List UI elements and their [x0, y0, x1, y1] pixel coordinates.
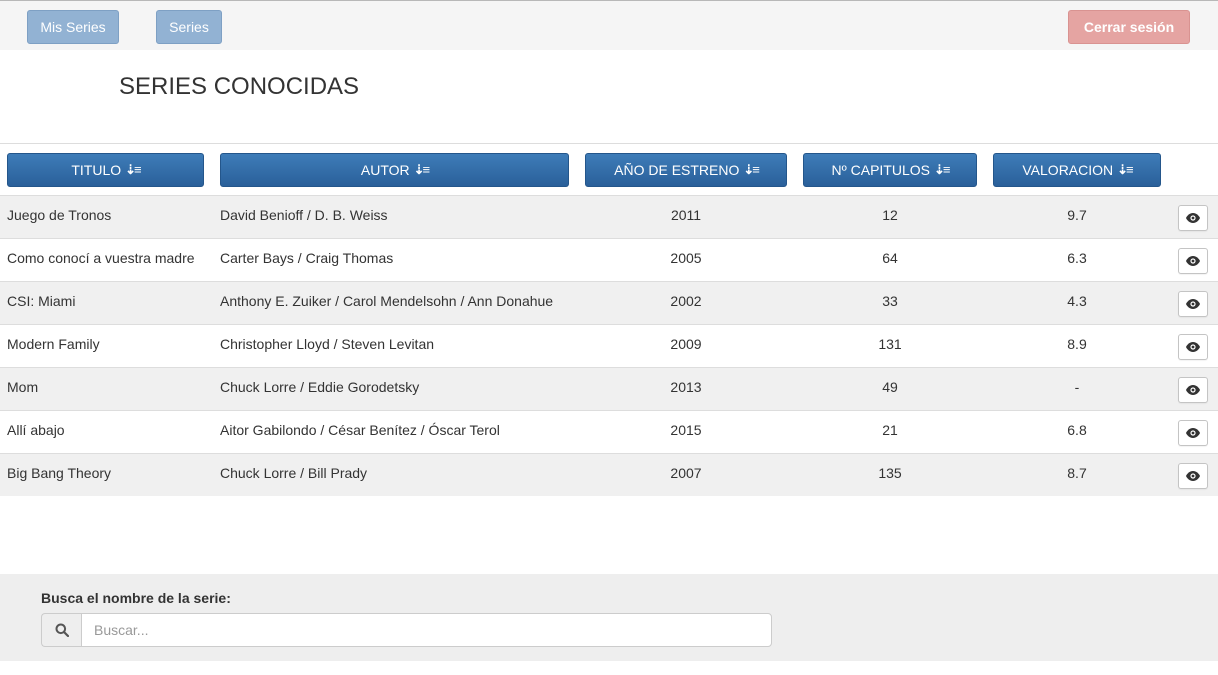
search-panel: Busca el nombre de la serie:: [0, 574, 1218, 661]
sort-valoracion-button[interactable]: VALORACION ⇣≡: [993, 153, 1161, 187]
cell-valoracion: 8.9: [1067, 336, 1087, 352]
view-series-button[interactable]: [1178, 377, 1208, 403]
logout-button[interactable]: Cerrar sesión: [1068, 10, 1190, 44]
top-navbar: Mis Series Series Cerrar sesión: [0, 0, 1218, 50]
series-table: Juego de Tronos David Benioff / D. B. We…: [0, 195, 1218, 496]
table-row: CSI: Miami Anthony E. Zuiker / Carol Men…: [0, 281, 1218, 324]
cell-valoracion: 4.3: [1067, 293, 1087, 309]
table-row: Modern Family Christopher Lloyd / Steven…: [0, 324, 1218, 367]
eye-icon: [1186, 213, 1200, 223]
view-series-button[interactable]: [1178, 420, 1208, 446]
page-title: SERIES CONOCIDAS: [119, 73, 360, 100]
cell-titulo: Big Bang Theory: [7, 465, 112, 481]
cell-autor: Chuck Lorre / Bill Prady: [220, 465, 368, 481]
cell-capitulos: 49: [882, 379, 898, 395]
search-input[interactable]: [81, 613, 772, 647]
cell-titulo: Allí abajo: [7, 422, 65, 438]
cell-anio: 2009: [670, 336, 702, 352]
cell-anio: 2013: [670, 379, 702, 395]
header-label-valoracion: VALORACION: [1022, 162, 1114, 178]
cell-capitulos: 33: [882, 293, 898, 309]
sort-amount-down-icon: ⇣≡: [1117, 162, 1134, 177]
cell-anio: 2007: [670, 465, 702, 481]
sort-autor-button[interactable]: AUTOR ⇣≡: [220, 153, 569, 187]
view-series-button[interactable]: [1178, 463, 1208, 489]
sort-amount-down-icon: ⇣≡: [413, 162, 431, 177]
cell-anio: 2002: [670, 293, 702, 309]
table-row: Como conocí a vuestra madre Carter Bays …: [0, 238, 1218, 281]
search-group: [41, 613, 772, 647]
cell-anio: 2015: [670, 422, 702, 438]
search-addon: [41, 613, 81, 647]
cell-capitulos: 12: [882, 207, 898, 223]
cell-titulo: Mom: [7, 379, 39, 395]
sort-amount-down-icon: ⇣≡: [743, 162, 760, 177]
cell-autor: Anthony E. Zuiker / Carol Mendelsohn / A…: [220, 293, 554, 309]
eye-icon: [1186, 342, 1200, 352]
cell-valoracion: 9.7: [1067, 207, 1087, 223]
cell-valoracion: 6.8: [1067, 422, 1087, 438]
mis-series-button[interactable]: Mis Series: [27, 10, 119, 44]
cell-anio: 2005: [670, 250, 702, 266]
cell-titulo: CSI: Miami: [7, 293, 76, 309]
sort-capitulos-button[interactable]: Nº CAPITULOS ⇣≡: [803, 153, 977, 187]
eye-icon: [1186, 471, 1200, 481]
search-label: Busca el nombre de la serie:: [41, 590, 231, 606]
cell-valoracion: 6.3: [1067, 250, 1087, 266]
cell-titulo: Como conocí a vuestra madre: [7, 250, 195, 266]
table-row: Big Bang Theory Chuck Lorre / Bill Prady…: [0, 453, 1218, 496]
series-button[interactable]: Series: [156, 10, 222, 44]
cell-autor: Chuck Lorre / Eddie Gorodetsky: [220, 379, 420, 395]
header-label-autor: AUTOR: [360, 162, 410, 178]
cell-titulo: Modern Family: [7, 336, 100, 352]
view-series-button[interactable]: [1178, 334, 1208, 360]
header-divider: [0, 143, 1218, 144]
table-row: Allí abajo Aitor Gabilondo / César Benít…: [0, 410, 1218, 453]
cell-titulo: Juego de Tronos: [7, 207, 112, 223]
view-series-button[interactable]: [1178, 248, 1208, 274]
cell-capitulos: 135: [878, 465, 902, 481]
cell-autor: Aitor Gabilondo / César Benítez / Óscar …: [220, 422, 500, 438]
view-series-button[interactable]: [1178, 291, 1208, 317]
header-label-capitulos: Nº CAPITULOS: [831, 162, 930, 178]
sort-amount-down-icon: ⇣≡: [125, 162, 142, 177]
search-icon: [55, 623, 69, 637]
sort-amount-down-icon: ⇣≡: [933, 162, 951, 177]
eye-icon: [1186, 256, 1200, 266]
eye-icon: [1186, 428, 1200, 438]
eye-icon: [1186, 299, 1200, 309]
cell-valoracion: 8.7: [1067, 465, 1087, 481]
table-row: Juego de Tronos David Benioff / D. B. We…: [0, 195, 1218, 238]
cell-autor: Carter Bays / Craig Thomas: [220, 250, 394, 266]
cell-valoracion: -: [1074, 379, 1080, 395]
sort-anio-button[interactable]: AÑO DE ESTRENO ⇣≡: [585, 153, 787, 187]
table-row: Mom Chuck Lorre / Eddie Gorodetsky 2013 …: [0, 367, 1218, 410]
cell-capitulos: 131: [878, 336, 902, 352]
cell-autor: Christopher Lloyd / Steven Levitan: [220, 336, 435, 352]
sort-titulo-button[interactable]: TITULO ⇣≡: [7, 153, 204, 187]
cell-capitulos: 21: [882, 422, 898, 438]
view-series-button[interactable]: [1178, 205, 1208, 231]
header-label-titulo: TITULO: [71, 162, 122, 178]
cell-anio: 2011: [670, 207, 702, 223]
cell-autor: David Benioff / D. B. Weiss: [220, 207, 388, 223]
cell-capitulos: 64: [882, 250, 898, 266]
header-label-anio: AÑO DE ESTRENO: [614, 162, 740, 178]
eye-icon: [1186, 385, 1200, 395]
